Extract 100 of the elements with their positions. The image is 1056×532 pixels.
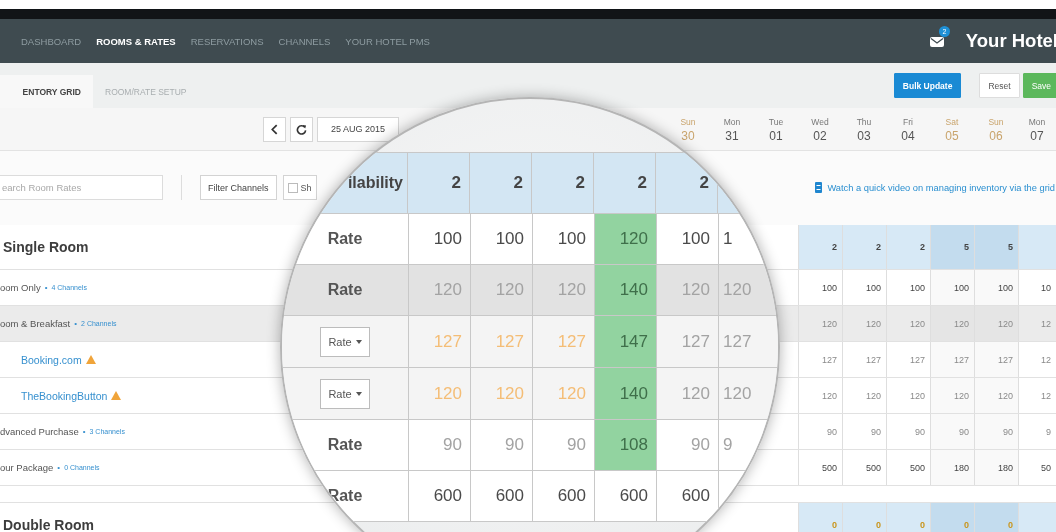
table-cell: 127 xyxy=(842,342,886,377)
checkbox-field[interactable]: Sh xyxy=(282,175,317,200)
table-cell: 127 xyxy=(657,316,719,367)
table-cell: 0 xyxy=(842,503,886,532)
table-cell: 120 xyxy=(657,265,719,315)
mail-icon[interactable] xyxy=(929,37,944,47)
table-cell: 140 xyxy=(595,265,657,315)
table-cell-text: 120 xyxy=(722,279,753,301)
nav-item[interactable]: RESERVATIONS xyxy=(190,35,264,47)
table-cell-text: 9 xyxy=(722,434,734,456)
table-cell: 90 xyxy=(886,414,930,449)
tab[interactable]: ROOM/RATE SETUP xyxy=(93,75,199,108)
table-cell: 100 xyxy=(471,214,533,264)
row-label: Single Room xyxy=(2,239,89,255)
action-button[interactable]: Save xyxy=(1022,73,1056,98)
table-cell: 600 xyxy=(409,471,471,521)
table-cell: 120 xyxy=(886,306,930,341)
table-cell: 100 xyxy=(974,270,1018,305)
table-cell-text: 120 xyxy=(722,382,753,405)
table-cell: 0 xyxy=(974,503,1018,532)
table-cell: 90 xyxy=(471,420,533,470)
bullet: • xyxy=(44,283,48,292)
table-cell-text: 127 xyxy=(722,330,753,353)
table-cell: 12 xyxy=(1018,342,1056,377)
table-cell: 100 xyxy=(657,214,719,264)
table-cell: 120 xyxy=(974,306,1018,341)
date-header: Tue 01 xyxy=(767,116,785,143)
table-cell: 9 xyxy=(1018,414,1056,449)
row-label: Rate xyxy=(327,230,363,248)
rate-dropdown[interactable]: Rate xyxy=(320,378,370,409)
table-cell: 120 xyxy=(471,368,533,419)
row-label: oom & Breakfast xyxy=(0,318,71,329)
filter-channels-button[interactable]: Filter Channels xyxy=(200,175,277,200)
table-cell: 2 xyxy=(886,225,930,269)
video-link[interactable]: Watch a quick video on managing inventory via the grid xyxy=(827,182,1055,193)
row-label: our Package xyxy=(0,462,54,473)
date-header: Sun 06 xyxy=(987,116,1005,143)
table-cell: 120 xyxy=(409,265,471,315)
tab[interactable]: ENTORY GRID xyxy=(0,75,93,108)
chevron-left-icon xyxy=(271,123,278,135)
row-label[interactable]: TheBookingButton xyxy=(0,389,108,402)
table-cell: 120 xyxy=(930,378,974,413)
table-cell: 120 xyxy=(798,306,842,341)
caret-icon xyxy=(355,391,362,396)
table-cell: 120 xyxy=(930,306,974,341)
nav-item[interactable]: DASHBOARD xyxy=(21,35,82,47)
table-cell: 120 xyxy=(409,368,471,419)
table-cell: 90 xyxy=(409,420,471,470)
previous-button[interactable] xyxy=(263,116,286,142)
refresh-icon xyxy=(296,123,307,135)
nav-item[interactable]: CHANNELS xyxy=(278,35,331,47)
action-button[interactable]: Bulk Update xyxy=(893,73,962,98)
action-button[interactable]: Reset xyxy=(979,73,1020,98)
table-cell: 120 xyxy=(842,306,886,341)
table-cell: 10 xyxy=(1018,270,1056,305)
table-cell: 2 xyxy=(842,225,886,269)
table-cell: 500 xyxy=(886,450,930,485)
table-cell: 120 xyxy=(886,378,930,413)
date-header: Fri 04 xyxy=(900,116,916,143)
table-cell: 90 xyxy=(842,414,886,449)
bullet: • xyxy=(57,463,61,472)
row-label: Rate xyxy=(327,281,363,299)
nav-item[interactable]: ROOMS & RATES xyxy=(96,35,176,47)
nav-item[interactable]: YOUR HOTEL PMS xyxy=(345,35,430,47)
table-cell: 600 xyxy=(471,471,533,521)
table-cell: 120 xyxy=(595,214,657,264)
date-header: Sat 05 xyxy=(944,116,960,143)
bullet: • xyxy=(82,427,86,436)
table-cell: 100 xyxy=(798,270,842,305)
refresh-button[interactable] xyxy=(290,116,313,142)
table-cell: 120 xyxy=(657,368,719,419)
date-field[interactable]: 25 AUG 2015 xyxy=(317,116,399,142)
table-cell: 100 xyxy=(930,270,974,305)
table-cell: 90 xyxy=(974,414,1018,449)
table-cell: 140 xyxy=(595,368,657,419)
table-cell: 2 xyxy=(798,225,842,269)
table-cell: 120 xyxy=(842,378,886,413)
table-cell: 600 xyxy=(657,471,719,521)
table-cell: 12 xyxy=(1018,306,1056,341)
table-cell: 120 xyxy=(798,378,842,413)
table-cell: 127 xyxy=(409,316,471,367)
table-cell: 100 xyxy=(842,270,886,305)
date-header: Mon 07 xyxy=(1027,116,1047,143)
table-cell-text: 1 xyxy=(722,228,734,250)
table-cell: 0 xyxy=(798,503,842,532)
rate-dropdown[interactable]: Rate xyxy=(320,326,370,357)
search-field[interactable]: earch Room Rates xyxy=(0,175,163,200)
table-cell: 600 xyxy=(533,471,595,521)
table-cell: 147 xyxy=(595,316,657,367)
table-cell: 600 xyxy=(595,471,657,521)
date-header: Mon 31 xyxy=(722,116,742,143)
table-cell: 500 xyxy=(798,450,842,485)
date-header: Wed 02 xyxy=(810,116,830,143)
hotel-name: Your Hotel xyxy=(965,30,1056,52)
table-cell: 12 xyxy=(1018,378,1056,413)
table-cell: 5 xyxy=(974,225,1018,269)
table-cell: 120 xyxy=(471,265,533,315)
table-cell: 0 xyxy=(930,503,974,532)
table-cell: 500 xyxy=(842,450,886,485)
row-label[interactable]: Booking.com xyxy=(0,353,82,366)
